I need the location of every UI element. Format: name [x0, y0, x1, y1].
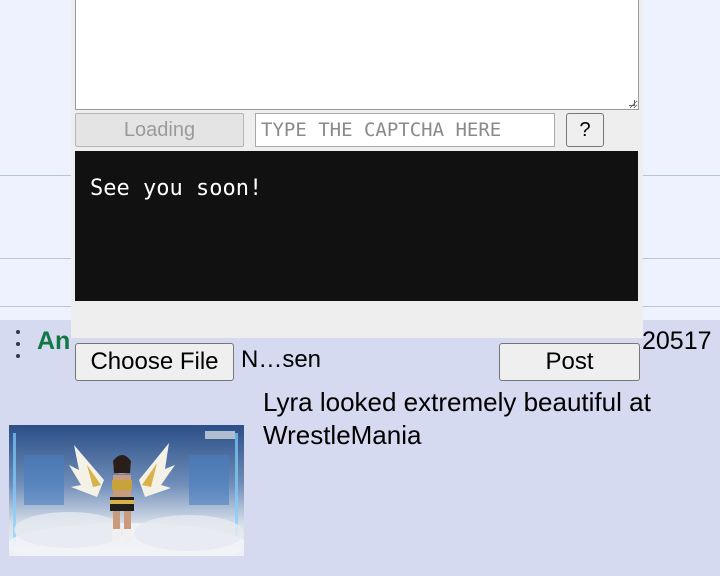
poster-name: An — [37, 327, 71, 355]
post-number[interactable]: 20517 — [642, 327, 712, 356]
resize-handle-icon[interactable] — [629, 100, 635, 106]
comment-textarea[interactable] — [75, 0, 639, 110]
post-thumbnail[interactable] — [9, 425, 244, 556]
post-comment: Lyra looked extremely beautiful at Wrest… — [263, 387, 651, 450]
selected-file-name: N…sen — [241, 346, 322, 373]
captcha-help-button[interactable]: ? — [566, 113, 604, 147]
wrestler-image — [9, 431, 244, 556]
post-menu-icon[interactable] — [12, 330, 24, 358]
captcha-text: See you soon! — [90, 176, 263, 201]
post-button[interactable]: Post — [499, 343, 640, 381]
choose-file-button[interactable]: Choose File — [75, 343, 234, 381]
captcha-input[interactable] — [255, 113, 555, 147]
captcha-image — [75, 151, 638, 301]
captcha-loading-button[interactable]: Loading — [75, 113, 244, 147]
